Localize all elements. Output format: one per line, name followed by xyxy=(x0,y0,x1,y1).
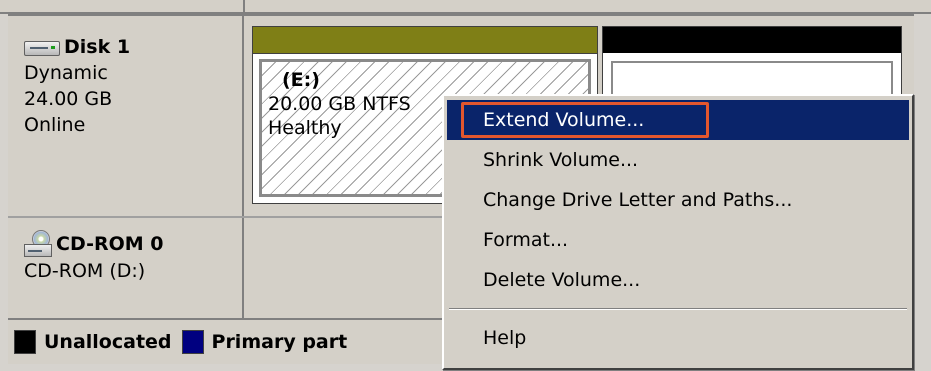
menu-item-delete-volume[interactable]: Delete Volume... xyxy=(447,260,909,300)
legend-label-unallocated: Unallocated xyxy=(44,331,172,353)
disk-status: Online xyxy=(24,114,86,136)
menu-item-extend-volume[interactable]: Extend Volume... xyxy=(447,100,909,140)
volume-drive-letter: (E:) xyxy=(282,69,320,91)
cdrom-name-label: CD-ROM 0 xyxy=(56,233,164,255)
legend-primary: Primary part xyxy=(181,330,348,354)
legend-swatch-primary xyxy=(181,330,204,354)
cdrom-type: CD-ROM (D:) xyxy=(24,260,146,282)
volume-context-menu: Extend Volume... Shrink Volume... Change… xyxy=(442,94,914,370)
menu-item-change-drive-letter[interactable]: Change Drive Letter and Paths... xyxy=(447,180,909,220)
disk-name: Disk 1 xyxy=(24,34,242,60)
unallocated-color-bar xyxy=(603,27,901,53)
header-strip xyxy=(0,0,931,14)
menu-item-help[interactable]: Help xyxy=(447,318,909,358)
menu-item-format[interactable]: Format... xyxy=(447,220,909,260)
volume-e-color-bar xyxy=(253,27,597,54)
disk-name-label: Disk 1 xyxy=(64,36,131,58)
disk-type: Dynamic xyxy=(24,62,108,84)
legend-unallocated: Unallocated xyxy=(14,330,172,354)
disk-size: 24.00 GB xyxy=(24,88,113,110)
cdrom-name: CD-ROM 0 xyxy=(24,230,242,258)
legend-label-primary: Primary part xyxy=(211,331,348,353)
legend-swatch-unallocated xyxy=(14,330,36,354)
menu-item-shrink-volume[interactable]: Shrink Volume... xyxy=(447,140,909,180)
focus-highlight-box xyxy=(461,102,709,138)
disk-label-cell[interactable]: Disk 1 Dynamic 24.00 GB Online xyxy=(8,16,244,216)
menu-separator xyxy=(449,308,907,310)
column-divider xyxy=(243,0,245,12)
hard-disk-icon xyxy=(24,37,60,57)
cdrom-drive-icon xyxy=(24,230,52,258)
cdrom-label-cell[interactable]: CD-ROM 0 CD-ROM (D:) xyxy=(8,218,244,318)
